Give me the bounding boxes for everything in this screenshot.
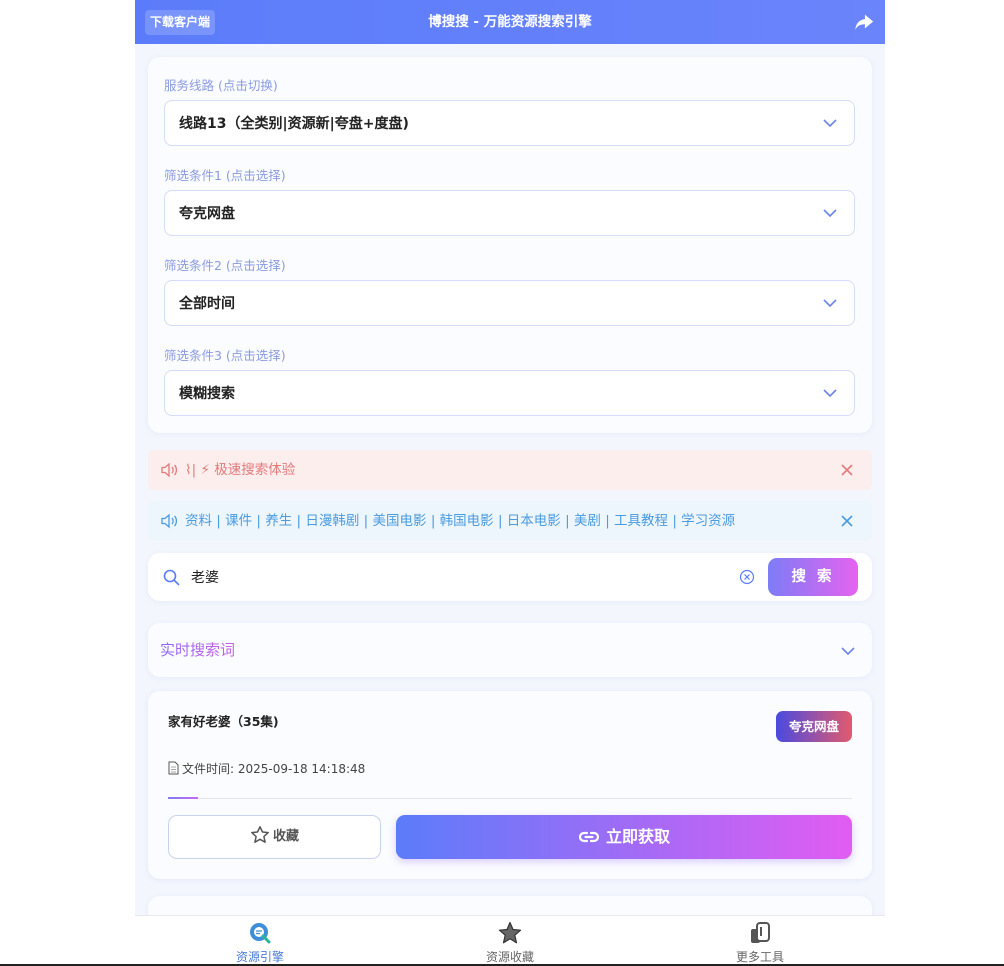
favorite-button[interactable]: 收藏	[168, 815, 381, 859]
tab-label: 更多工具	[735, 950, 784, 964]
app-root: 下载客户端 博搜搜 - 万能资源搜索引擎 服务线路 (点击切换) 线路13（全类…	[135, 0, 885, 966]
star-icon	[251, 826, 269, 843]
filter3-value: 模糊搜索	[179, 386, 235, 402]
filter3-label: 筛选条件3 (点击选择)	[164, 348, 286, 363]
search-icon	[163, 569, 180, 586]
route-value: 线路13（全类别|资源新|夸盘+度盘)	[179, 116, 409, 132]
result-file-time: 文件时间: 2025-09-18 14:18:48	[168, 760, 365, 777]
chevron-down-icon	[823, 119, 837, 128]
speaker-icon	[161, 513, 178, 529]
share-icon[interactable]	[853, 11, 875, 33]
page-title: 博搜搜 - 万能资源搜索引擎	[428, 14, 592, 30]
filter-panel: 服务线路 (点击切换) 线路13（全类别|资源新|夸盘+度盘) 筛选条件1 (点…	[148, 57, 872, 433]
chevron-down-icon	[841, 647, 855, 656]
alert-notice: ⌇| ⚡ 极速搜索体验	[148, 450, 872, 490]
filter2-value: 全部时间	[179, 296, 235, 312]
clear-icon[interactable]	[739, 569, 755, 585]
search-input[interactable]	[191, 565, 731, 589]
tab-label: 资源收藏	[485, 950, 534, 964]
route-label: 服务线路 (点击切换)	[164, 78, 278, 93]
chevron-down-icon	[823, 389, 837, 398]
star-icon	[498, 921, 522, 944]
close-icon[interactable]	[840, 463, 854, 477]
hot-words-title: 实时搜索词	[160, 623, 235, 677]
route-select[interactable]: 线路13（全类别|资源新|夸盘+度盘)	[164, 100, 855, 146]
result-card: 家有好老婆（35集) 夸克网盘 文件时间: 2025-09-18 14:18:4…	[148, 691, 872, 879]
filter1-value: 夸克网盘	[179, 206, 235, 222]
category-notice: 资料 | 课件 | 养生 | 日漫韩剧 | 美国电影 | 韩国电影 | 日本电影…	[148, 501, 872, 541]
favorite-button-label: 收藏	[272, 829, 299, 844]
result-title: 家有好老婆（35集)	[168, 714, 279, 729]
speaker-icon	[161, 462, 178, 478]
tab-more-tools[interactable]: 更多工具	[635, 916, 885, 966]
hot-words-panel[interactable]: 实时搜索词	[148, 623, 872, 677]
category-notice-text[interactable]: 资料 | 课件 | 养生 | 日漫韩剧 | 美国电影 | 韩国电影 | 日本电影…	[185, 501, 735, 541]
chevron-down-icon	[823, 209, 837, 218]
result-source-badge: 夸克网盘	[776, 711, 852, 742]
tab-resource-engine[interactable]: 资源引擎	[135, 916, 385, 966]
filter2-label: 筛选条件2 (点击选择)	[164, 258, 286, 273]
tab-label: 资源引擎	[235, 950, 284, 964]
chevron-down-icon	[823, 299, 837, 308]
search-engine-icon	[250, 923, 271, 944]
tab-resource-favorites[interactable]: 资源收藏	[385, 916, 635, 966]
alert-notice-text: ⌇| ⚡ 极速搜索体验	[185, 462, 296, 478]
filter2-select[interactable]: 全部时间	[164, 280, 855, 326]
result-file-time-text: 文件时间: 2025-09-18 14:18:48	[182, 762, 366, 776]
get-now-label: 立即获取	[605, 827, 670, 846]
filter1-label: 筛选条件1 (点击选择)	[164, 168, 286, 183]
divider	[168, 798, 852, 799]
search-bar: 搜 索	[148, 553, 872, 601]
bottom-tab-bar: 资源引擎 资源收藏 更多工具	[135, 915, 885, 966]
top-bar: 下载客户端 博搜搜 - 万能资源搜索引擎	[135, 0, 885, 44]
link-icon	[578, 831, 600, 843]
tools-icon	[751, 922, 770, 943]
document-icon	[168, 761, 179, 775]
get-now-button[interactable]: 立即获取	[396, 815, 852, 859]
search-button[interactable]: 搜 索	[768, 558, 858, 596]
filter3-select[interactable]: 模糊搜索	[164, 370, 855, 416]
close-icon[interactable]	[840, 514, 854, 528]
divider-accent	[168, 797, 198, 799]
filter1-select[interactable]: 夸克网盘	[164, 190, 855, 236]
